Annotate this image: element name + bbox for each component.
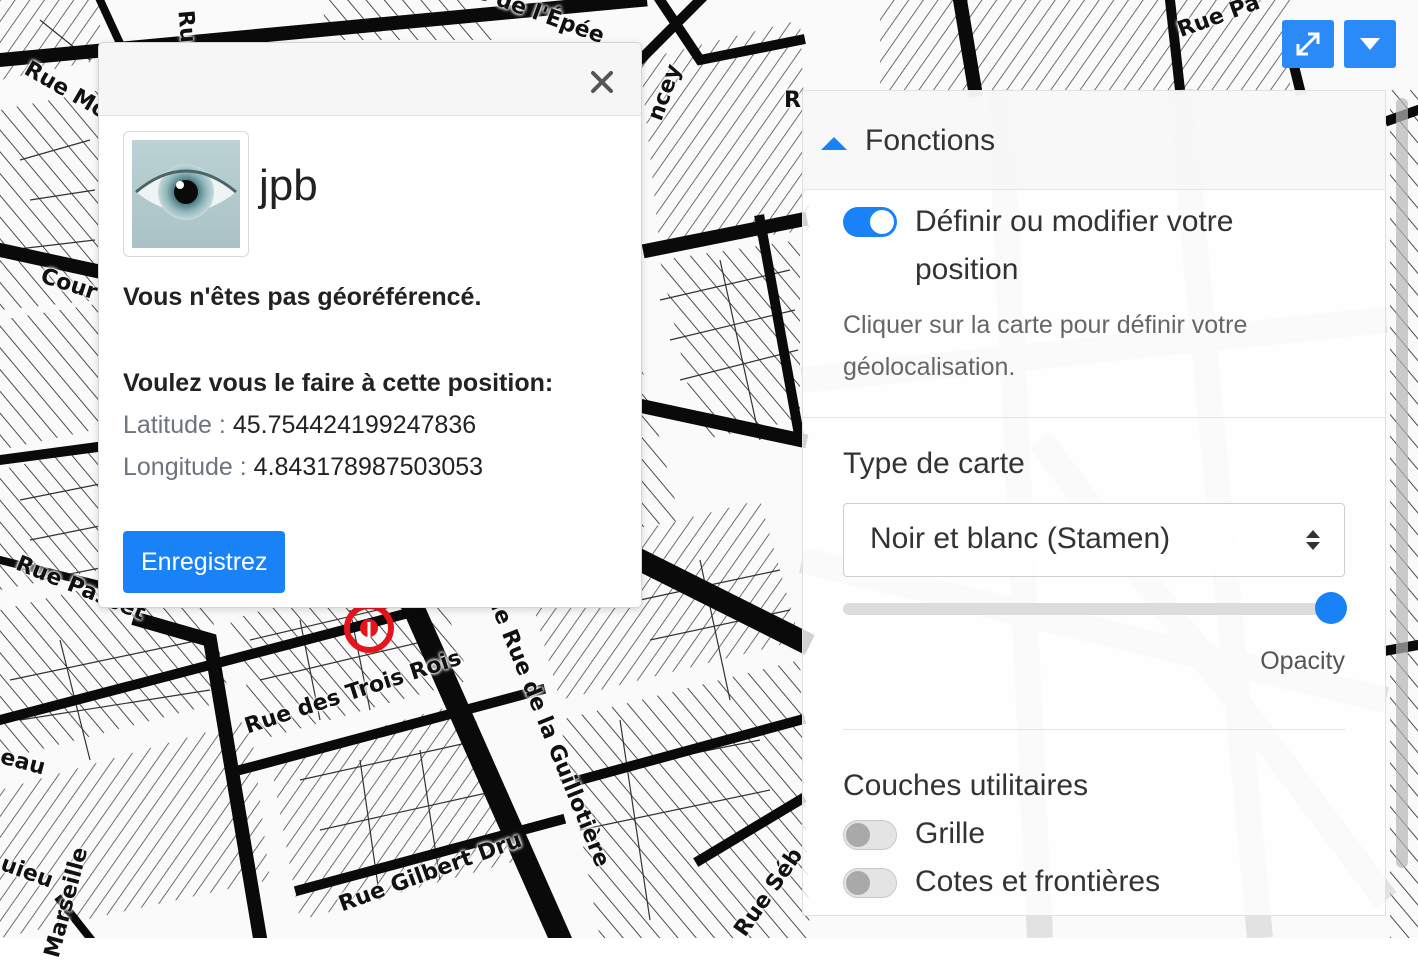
grid-toggle-label: Grille bbox=[915, 817, 986, 850]
expand-icon bbox=[1296, 32, 1320, 56]
functions-panel: Fonctions Définir ou modifier votre posi… bbox=[802, 90, 1386, 916]
position-toggle-label-cont: position bbox=[915, 253, 1019, 286]
not-georeferenced-message: Vous n'êtes pas géoréférencé. bbox=[123, 283, 482, 311]
target-icon bbox=[344, 603, 394, 653]
save-button[interactable]: Enregistrez bbox=[123, 531, 286, 593]
georeference-popup: jpb Vous n'êtes pas géoréférencé. Voulez… bbox=[98, 42, 642, 608]
position-help-text-cont: géolocalisation. bbox=[843, 353, 1016, 381]
map-type-select[interactable]: Noir et blanc (Stamen) bbox=[843, 503, 1345, 577]
panel-header[interactable]: Fonctions bbox=[803, 91, 1385, 190]
street-label: R bbox=[784, 88, 801, 113]
panel-scrollbar[interactable] bbox=[1396, 98, 1408, 868]
toggle-knob bbox=[870, 210, 894, 234]
grid-toggle[interactable] bbox=[843, 820, 897, 850]
longitude-row: Longitude : 4.843178987503053 bbox=[123, 453, 483, 482]
close-button[interactable] bbox=[589, 69, 615, 95]
longitude-value: 4.843178987503053 bbox=[253, 453, 484, 481]
borders-toggle[interactable] bbox=[843, 868, 897, 898]
eye-avatar-image bbox=[132, 140, 240, 248]
map-type-heading: Type de carte bbox=[843, 447, 1025, 480]
position-help-text: Cliquer sur la carte pour définir votre bbox=[843, 311, 1248, 339]
latitude-value: 45.754424199247836 bbox=[232, 411, 477, 439]
position-toggle-label: Définir ou modifier votre bbox=[915, 205, 1234, 238]
select-arrows-icon bbox=[1306, 530, 1320, 550]
divider bbox=[803, 417, 1385, 418]
panel-title: Fonctions bbox=[865, 124, 996, 157]
caret-up-icon bbox=[821, 137, 847, 150]
fullscreen-button[interactable] bbox=[1282, 20, 1334, 68]
toggle-knob bbox=[846, 871, 870, 895]
position-toggle[interactable] bbox=[843, 207, 897, 237]
longitude-label: Longitude : bbox=[123, 453, 247, 481]
georeference-question: Voulez vous le faire à cette position: bbox=[123, 369, 554, 397]
position-marker[interactable] bbox=[341, 603, 397, 656]
username: jpb bbox=[259, 161, 318, 210]
toggle-knob bbox=[846, 823, 870, 847]
caret-down-icon bbox=[1360, 38, 1380, 50]
latitude-label: Latitude : bbox=[123, 411, 226, 439]
map-type-selected-value: Noir et blanc (Stamen) bbox=[870, 522, 1171, 555]
avatar bbox=[123, 131, 249, 257]
panel-menu-button[interactable] bbox=[1344, 20, 1396, 68]
close-icon bbox=[591, 71, 613, 93]
divider bbox=[843, 729, 1345, 730]
opacity-slider-thumb[interactable] bbox=[1315, 592, 1347, 624]
street-label: Ru bbox=[172, 9, 201, 44]
utility-layers-heading: Couches utilitaires bbox=[843, 769, 1089, 802]
popup-header bbox=[99, 43, 641, 116]
opacity-slider-track[interactable] bbox=[843, 603, 1329, 615]
latitude-row: Latitude : 45.754424199247836 bbox=[123, 411, 476, 440]
opacity-label: Opacity bbox=[1260, 647, 1345, 675]
borders-toggle-label: Cotes et frontières bbox=[915, 865, 1161, 898]
